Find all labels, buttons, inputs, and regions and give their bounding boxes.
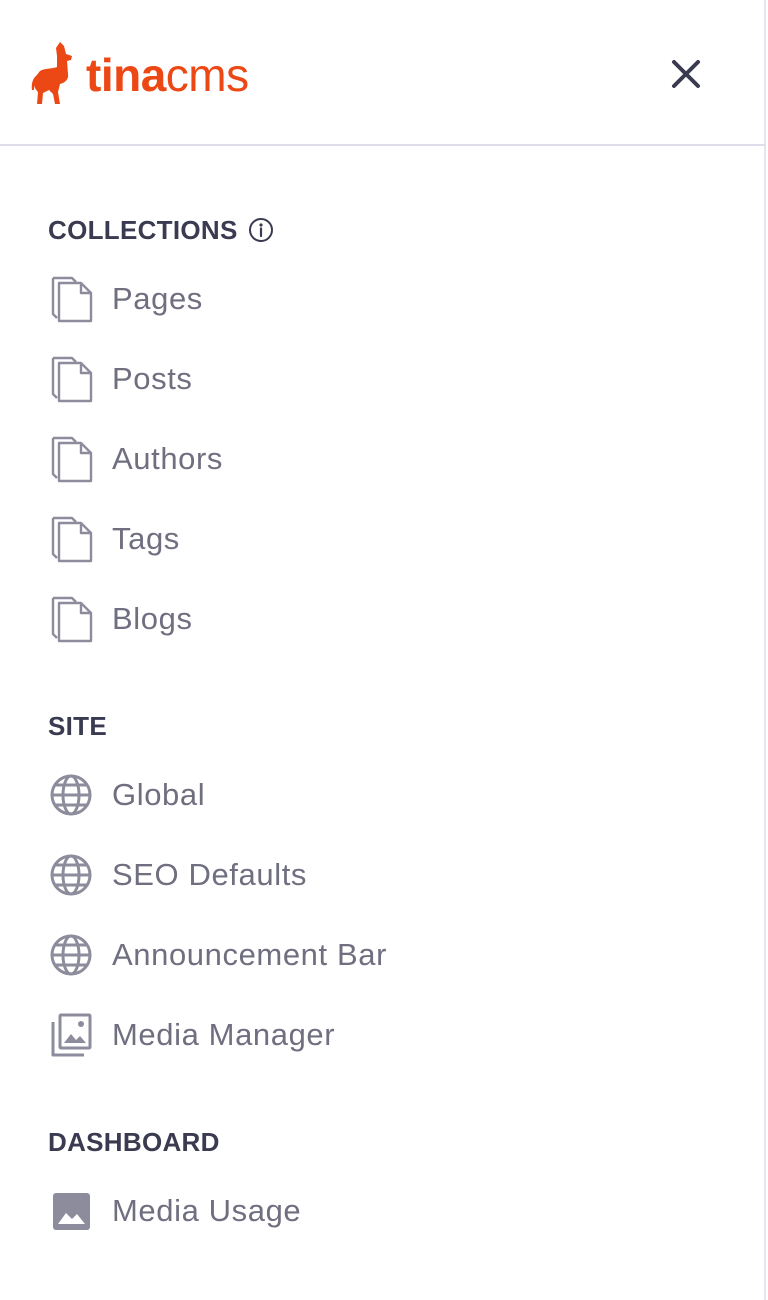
- nav-item-global[interactable]: Global: [48, 767, 728, 823]
- document-copy-icon: [48, 594, 94, 644]
- document-copy-icon: [48, 354, 94, 404]
- brand-name-bold: tina: [86, 49, 166, 101]
- nav-item-label: Tags: [112, 521, 180, 556]
- close-sidebar-button[interactable]: [660, 48, 712, 100]
- section-title-dashboard: DASHBOARD: [48, 1126, 220, 1158]
- nav-item-blogs[interactable]: Blogs: [48, 591, 728, 647]
- llama-logo-icon: [31, 42, 72, 104]
- section-title-collections: COLLECTIONS: [48, 214, 274, 246]
- nav-item-authors[interactable]: Authors: [48, 431, 728, 487]
- sidebar-panel: tinacms COLLECTIONS Pages Posts Authors …: [0, 0, 766, 1300]
- nav-item-tags[interactable]: Tags: [48, 511, 728, 567]
- nav-item-pages[interactable]: Pages: [48, 271, 728, 327]
- nav-item-label: Pages: [112, 281, 203, 316]
- globe-icon: [48, 770, 94, 820]
- nav-item-media-usage[interactable]: Media Usage: [48, 1183, 728, 1239]
- dashboard-heading: DASHBOARD: [48, 1126, 220, 1157]
- brand-wordmark: tinacms: [86, 52, 249, 98]
- collections-heading: COLLECTIONS: [48, 214, 238, 245]
- image-stack-icon: [48, 1010, 94, 1060]
- nav-item-label: Media Manager: [112, 1017, 336, 1052]
- image-icon: [48, 1186, 94, 1236]
- nav-item-label: Blogs: [112, 601, 193, 636]
- info-icon[interactable]: [248, 217, 274, 243]
- tinacms-logo[interactable]: tinacms: [30, 38, 249, 108]
- close-icon: [672, 60, 700, 88]
- nav-item-label: Authors: [112, 441, 224, 476]
- globe-icon: [48, 930, 94, 980]
- nav-item-seo-defaults[interactable]: SEO Defaults: [48, 847, 728, 903]
- nav-item-posts[interactable]: Posts: [48, 351, 728, 407]
- nav-item-label: Global: [112, 777, 206, 812]
- document-copy-icon: [48, 514, 94, 564]
- document-copy-icon: [48, 434, 94, 484]
- nav-item-label: Posts: [112, 361, 193, 396]
- sidebar-header: tinacms: [0, 0, 766, 146]
- site-heading: SITE: [48, 710, 107, 741]
- nav-item-label: Media Usage: [112, 1193, 302, 1228]
- document-copy-icon: [48, 274, 94, 324]
- globe-icon: [48, 850, 94, 900]
- nav-item-media-manager[interactable]: Media Manager: [48, 1007, 728, 1063]
- brand-name-light: cms: [165, 49, 249, 101]
- nav-item-label: SEO Defaults: [112, 857, 308, 892]
- nav-item-announcement-bar[interactable]: Announcement Bar: [48, 927, 728, 983]
- nav-item-label: Announcement Bar: [112, 937, 387, 972]
- section-title-site: SITE: [48, 710, 107, 742]
